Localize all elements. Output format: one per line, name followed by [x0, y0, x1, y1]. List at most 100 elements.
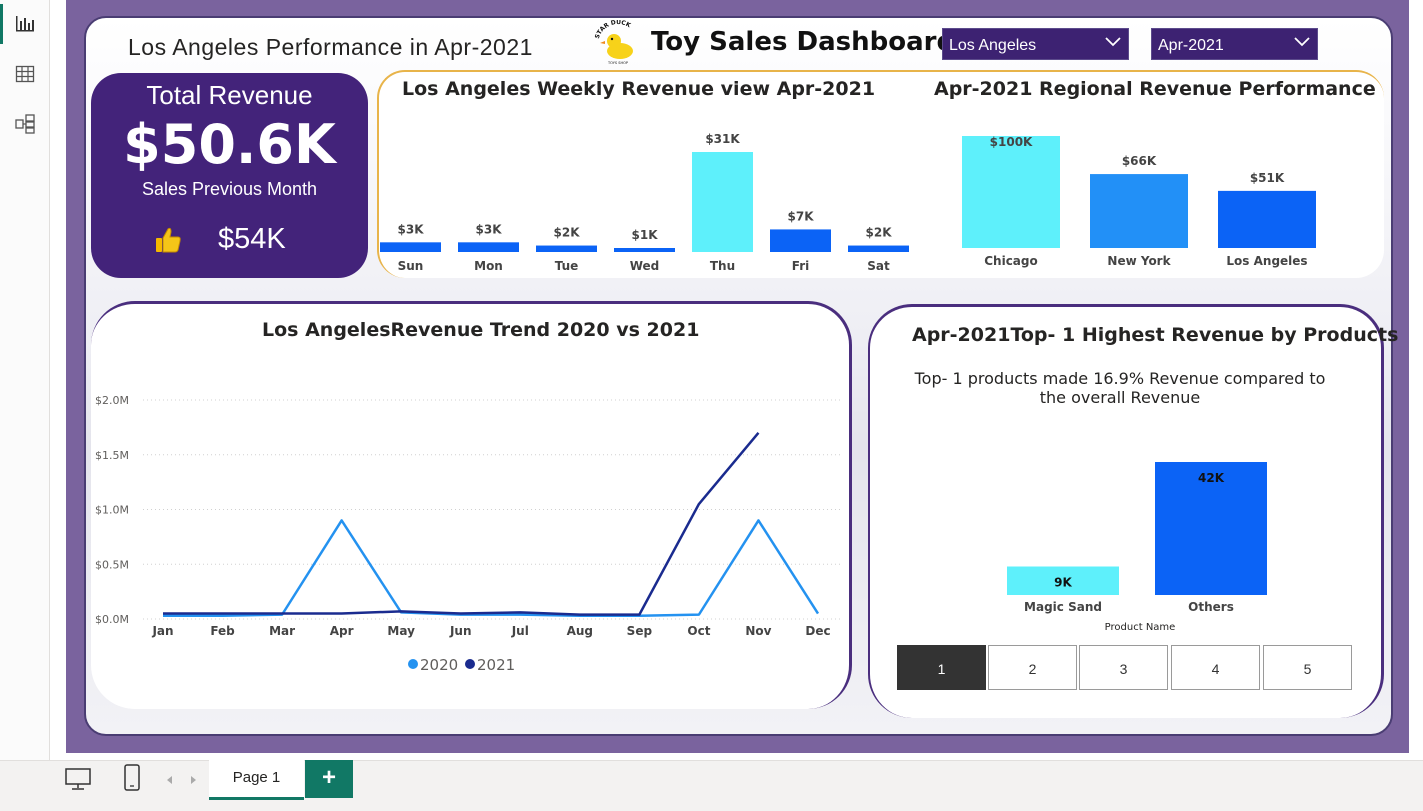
pager-button-3[interactable]: 3 — [1079, 645, 1168, 690]
weekly-bar — [458, 242, 519, 252]
svg-text:TOYS SHOP: TOYS SHOP — [607, 61, 628, 65]
pager-button-5[interactable]: 5 — [1263, 645, 1352, 690]
trend-y-tick-label: $2.0M — [95, 394, 129, 407]
legend-marker-2020 — [408, 659, 418, 669]
trend-x-tick-label: Feb — [210, 624, 235, 638]
trend-x-tick-label: Jul — [511, 624, 529, 638]
weekly-bar — [770, 229, 831, 252]
regional-bar — [1090, 174, 1188, 248]
trend-x-tick-label: May — [387, 624, 415, 638]
trend-series-line-2021 — [163, 432, 760, 616]
products-subtitle: Top- 1 products made 16.9% Revenue compa… — [914, 369, 1326, 407]
weekly-category-label: Thu — [710, 259, 735, 273]
products-category-label: Magic Sand — [1024, 600, 1102, 614]
regional-category-label: New York — [1107, 254, 1171, 268]
weekly-chart-title: Los Angeles Weekly Revenue view Apr-2021 — [402, 78, 876, 100]
trend-y-tick-label: $1.0M — [95, 504, 129, 517]
active-view-indicator — [0, 4, 3, 44]
pager-button-2[interactable]: 2 — [988, 645, 1077, 690]
view-switcher-rail — [0, 0, 50, 760]
scroll-left-icon[interactable] — [165, 773, 175, 791]
products-data-label: 42K — [1198, 471, 1225, 485]
weekly-bar — [848, 245, 909, 252]
report-view-icon[interactable] — [13, 12, 37, 36]
weekly-bar — [536, 245, 597, 252]
trend-series-line-2020 — [163, 519, 820, 617]
page-title: Los Angeles Performance in Apr-2021 — [128, 34, 533, 60]
weekly-data-label: $1K — [632, 228, 659, 242]
dashboard-title: Toy Sales Dashboard — [651, 27, 956, 57]
trend-chart-title: Los AngelesRevenue Trend 2020 vs 2021 — [262, 319, 700, 341]
revenue-trend-chart: $0.0M $0.5M $1.0M $1.5M $2.0M Jan Feb Mar Apr May… — [95, 394, 843, 674]
weekly-category-label: Sun — [398, 259, 424, 273]
model-view-icon[interactable] — [13, 112, 37, 136]
status-bar — [0, 800, 1423, 811]
regional-bar — [962, 136, 1060, 248]
trend-x-tick-label: Aug — [567, 624, 593, 638]
trend-x-tick-label: Oct — [687, 624, 710, 638]
products-revenue-chart: 9K Magic Sand 42K Others Product Name — [1007, 462, 1267, 633]
weekly-data-label: $2K — [866, 226, 893, 240]
city-slicer[interactable]: Los Angeles — [942, 28, 1129, 60]
weekly-category-label: Sat — [867, 259, 890, 273]
trend-x-tick-label: Dec — [805, 624, 830, 638]
scroll-right-icon[interactable] — [188, 773, 198, 791]
star-duck-logo: STAR DUCK TOYS SHOP — [590, 19, 646, 66]
regional-data-label: $51K — [1250, 171, 1285, 185]
regional-data-label: $100K — [990, 135, 1033, 149]
regional-data-label: $66K — [1122, 154, 1157, 168]
trend-x-tick-label: Jan — [151, 624, 173, 638]
weekly-data-label: $3K — [476, 222, 503, 236]
weekly-category-label: Mon — [474, 259, 503, 273]
weekly-revenue-chart: $3K Sun $3K Mon $2K Tue $1K Wed $31K Thu $7K Fri $2K… — [380, 132, 909, 273]
city-slicer-value: Los Angeles — [949, 37, 1037, 54]
kpi-value: $50.6K — [123, 113, 336, 176]
products-chart-title: Apr-2021Top- 1 Highest Revenue by Produc… — [912, 324, 1399, 346]
legend-label-2021: 2021 — [477, 656, 515, 674]
trend-x-tick-label: Mar — [269, 624, 295, 638]
kpi-previous-label: Sales Previous Month — [141, 179, 318, 199]
trend-y-tick-label: $0.5M — [95, 558, 129, 571]
pager-button-1[interactable]: 1 — [897, 645, 986, 690]
chevron-down-icon[interactable] — [1104, 35, 1122, 49]
weekly-data-label: $2K — [554, 226, 581, 240]
regional-bar — [1218, 190, 1316, 248]
tab-page-1[interactable]: Page 1 — [209, 758, 304, 800]
add-page-button[interactable]: + — [305, 760, 353, 798]
trend-y-tick-label: $1.5M — [95, 449, 129, 462]
products-axis-title: Product Name — [1105, 622, 1176, 633]
month-slicer[interactable]: Apr-2021 — [1151, 28, 1318, 60]
trend-x-tick-label: Apr — [330, 624, 354, 638]
mobile-layout-icon[interactable] — [122, 764, 142, 797]
weekly-data-label: $3K — [398, 222, 425, 236]
kpi-previous-value: $54K — [218, 223, 286, 255]
regional-category-label: Chicago — [984, 254, 1038, 268]
thumbs-up-icon — [153, 225, 183, 255]
legend-marker-2021 — [465, 659, 475, 669]
chevron-down-icon[interactable] — [1293, 35, 1311, 49]
regional-revenue-chart: $100K Chicago $66K New York $51K Los Angeles — [962, 135, 1316, 268]
weekly-data-label: $31K — [705, 132, 740, 146]
weekly-data-label: $7K — [788, 209, 815, 223]
trend-x-tick-label: Sep — [627, 624, 653, 638]
legend-label-2020: 2020 — [420, 656, 458, 674]
weekly-bar — [614, 248, 675, 252]
products-category-label: Others — [1188, 600, 1234, 614]
weekly-bar — [692, 152, 753, 252]
trend-y-tick-label: $0.0M — [95, 613, 129, 626]
weekly-bar — [380, 242, 441, 252]
trend-x-tick-label: Nov — [745, 624, 771, 638]
weekly-category-label: Fri — [792, 259, 809, 273]
desktop-layout-icon[interactable] — [64, 766, 92, 797]
kpi-label: Total Revenue — [146, 80, 313, 110]
trend-x-tick-label: Jun — [449, 624, 472, 638]
table-view-icon[interactable] — [13, 62, 37, 86]
regional-chart-title: Apr-2021 Regional Revenue Performance — [934, 78, 1376, 100]
regional-category-label: Los Angeles — [1226, 254, 1307, 268]
weekly-category-label: Tue — [555, 259, 579, 273]
total-revenue-card: Total Revenue $50.6K Sales Previous Mont… — [91, 73, 368, 278]
pager-button-4[interactable]: 4 — [1171, 645, 1260, 690]
month-slicer-value: Apr-2021 — [1158, 37, 1224, 54]
products-data-label: 9K — [1054, 576, 1072, 590]
weekly-category-label: Wed — [630, 259, 660, 273]
